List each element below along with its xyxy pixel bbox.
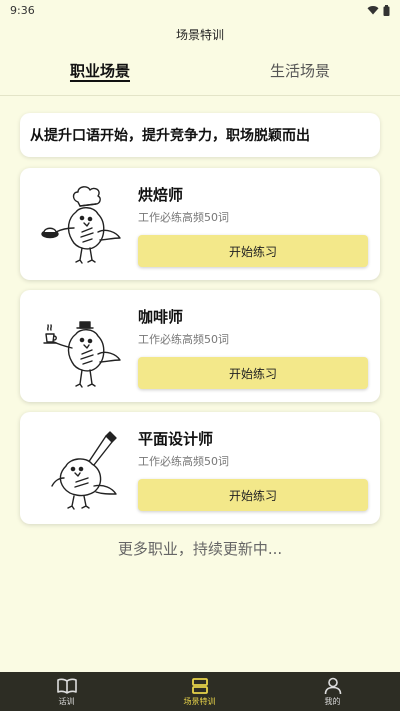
slogan-card: 从提升口语开始，提升竞争力，职场脱颖而出: [20, 113, 380, 157]
start-practice-button[interactable]: 开始练习: [138, 357, 368, 389]
scene-icon: [191, 677, 208, 694]
job-subtitle: 工作必练高频50词: [138, 455, 229, 468]
nav-label: 场景特训: [183, 696, 216, 706]
baker-bird-icon: [41, 186, 121, 264]
job-card-baker[interactable]: 烘焙师 工作必练高频50词 开始练习: [20, 168, 380, 280]
tab-career-scenes[interactable]: 职业场景: [0, 60, 200, 81]
page-title: 场景特训: [175, 28, 224, 42]
nav-item-speaking[interactable]: 话训: [0, 672, 133, 711]
bottom-nav: 话训 场景特训 我的: [0, 672, 400, 711]
nav-item-me[interactable]: 我的: [266, 672, 399, 711]
battery-icon: [383, 4, 390, 16]
start-practice-button[interactable]: 开始练习: [138, 235, 368, 267]
status-time: 9:36: [10, 3, 35, 17]
job-card-graphic-designer[interactable]: 平面设计师 工作必练高频50词 开始练习: [20, 412, 380, 524]
nav-item-scene-training[interactable]: 场景特训: [133, 672, 266, 711]
start-practice-button[interactable]: 开始练习: [138, 479, 368, 511]
job-card-barista[interactable]: 咖啡师 工作必练高频50词 开始练习: [20, 290, 380, 402]
designer-bird-icon: [51, 431, 117, 510]
barista-bird-icon: [43, 321, 121, 388]
nav-label: 话训: [58, 696, 75, 706]
tab-life-scenes[interactable]: 生活场景: [200, 60, 400, 81]
status-bar: 9:36: [0, 0, 400, 20]
tab-label: 职业场景: [69, 62, 130, 80]
tab-label: 生活场景: [269, 62, 330, 80]
tabs-divider: [0, 95, 400, 96]
wifi-icon: [367, 6, 379, 15]
job-subtitle: 工作必练高频50词: [138, 211, 229, 224]
person-icon: [324, 677, 341, 694]
more-coming-text: 更多职业，持续更新中...: [117, 540, 283, 558]
status-icons: [367, 4, 390, 16]
nav-label: 我的: [324, 696, 341, 706]
job-title: 平面设计师: [138, 430, 214, 448]
job-subtitle: 工作必练高频50词: [138, 333, 229, 346]
job-title: 烘焙师: [138, 186, 184, 204]
scene-tabs: 职业场景 生活场景: [0, 60, 400, 90]
book-icon: [56, 678, 77, 694]
job-title: 咖啡师: [138, 308, 184, 326]
